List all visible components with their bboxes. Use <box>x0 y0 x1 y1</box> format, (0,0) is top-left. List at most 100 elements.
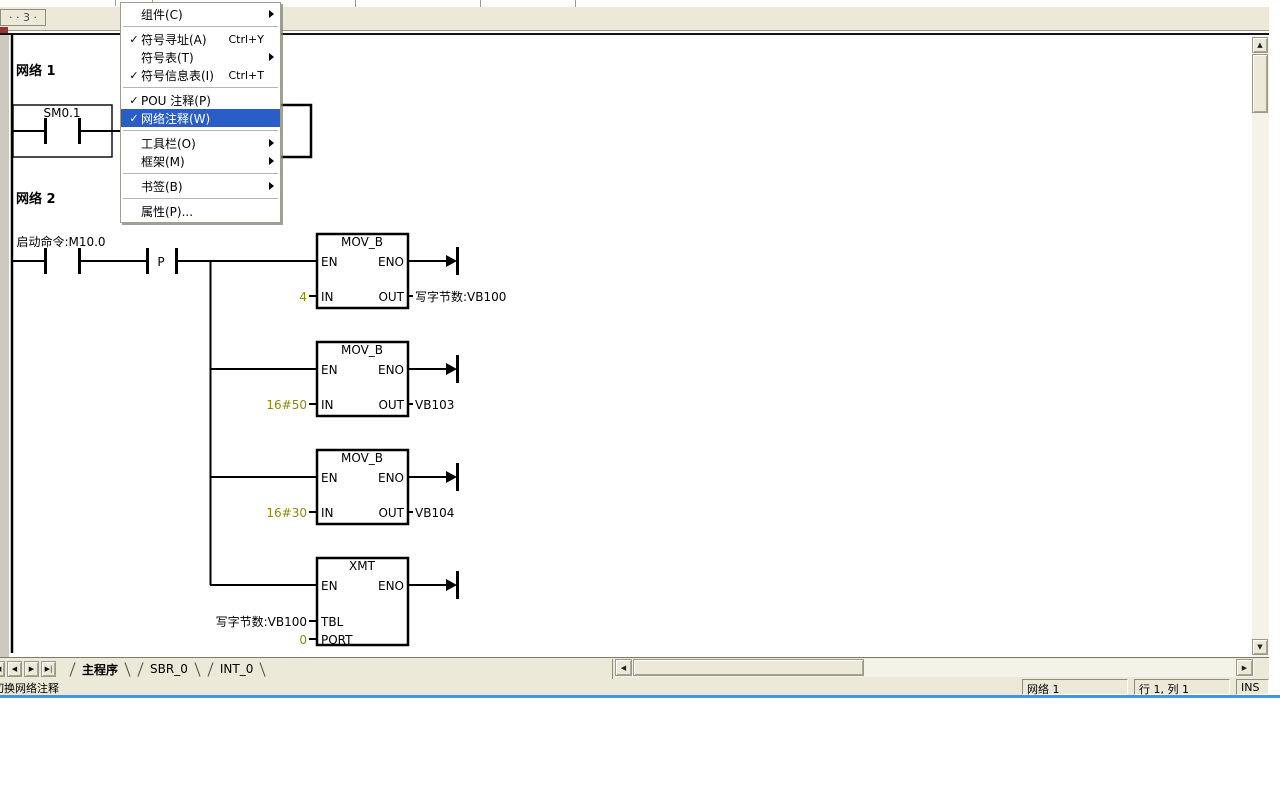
submenu-arrow-icon <box>269 139 274 147</box>
horizontal-scrollbar[interactable]: ◀ ▶ <box>615 659 1254 677</box>
menu-separator <box>123 130 278 131</box>
submenu-arrow-icon <box>269 53 274 61</box>
out-operand: VB104 <box>415 506 454 520</box>
check-icon: ✓ <box>127 69 141 82</box>
submenu-arrow-icon <box>269 10 274 18</box>
port-pin-label: PORT <box>321 633 353 647</box>
contact-operand: SM0.1 <box>43 106 80 120</box>
block-title: MOV_B <box>341 451 383 465</box>
toolbar-tick <box>480 0 481 7</box>
block-title: MOV_B <box>341 235 383 249</box>
scroll-right-button[interactable]: ▶ <box>1236 659 1253 676</box>
en-pin-label: EN <box>321 471 338 485</box>
menu-item-toolbars[interactable]: 工具栏(O) <box>121 134 280 152</box>
tab-slant <box>69 662 75 676</box>
port-value: 0 <box>299 633 307 647</box>
status-insert-mode-panel: INS <box>1236 679 1269 695</box>
tab-prev-button[interactable]: ◀ <box>7 661 22 677</box>
status-cursor-position-panel: 行 1, 列 1 <box>1134 679 1230 695</box>
in-value: 16#50 <box>266 398 307 412</box>
tbl-pin-label: TBL <box>320 615 344 629</box>
menu-item-symbol-table[interactable]: 符号表(T) <box>121 48 280 66</box>
contact-operand: 启动命令:M10.0 <box>16 234 105 249</box>
menu-item-components[interactable]: 组件(C) <box>121 5 280 23</box>
menu-item-pou-comment[interactable]: ✓ POU 注释(P) <box>121 91 280 109</box>
check-icon: ✓ <box>127 33 141 46</box>
tab-next-button[interactable]: ▶ <box>24 661 39 677</box>
menu-separator <box>123 198 278 199</box>
menu-item-network-comment[interactable]: ✓ 网络注释(W) <box>121 109 280 127</box>
menu-separator <box>123 173 278 174</box>
view-context-menu: 组件(C) ✓ 符号寻址(A) Ctrl+Y 符号表(T) ✓ 符号信息表(I)… <box>120 2 281 223</box>
status-message: 切换网络注释 <box>0 680 120 696</box>
eno-pin-label: ENO <box>378 255 404 269</box>
out-operand: VB103 <box>415 398 454 412</box>
check-icon: ✓ <box>127 94 141 107</box>
menu-item-symbolic-addressing[interactable]: ✓ 符号寻址(A) Ctrl+Y <box>121 30 280 48</box>
tbl-operand: 写字节数:VB100 <box>216 614 307 629</box>
in-pin-label: IN <box>321 506 334 520</box>
menu-separator <box>123 26 278 27</box>
horizontal-scroll-thumb[interactable] <box>633 659 864 676</box>
continuation-arrow-icon <box>446 579 457 591</box>
scroll-left-button[interactable]: ◀ <box>615 659 632 676</box>
in-value: 16#30 <box>266 506 307 520</box>
tabstrip-divider <box>612 659 613 679</box>
tab-slant <box>124 662 130 676</box>
submenu-arrow-icon <box>269 157 274 165</box>
status-bar: 切换网络注释 网络 1 行 1, 列 1 INS <box>0 679 1269 695</box>
in-pin-label: IN <box>321 290 334 304</box>
vertical-scrollbar[interactable]: ▲ ▼ <box>1252 36 1269 657</box>
mov-b-block-3[interactable]: MOV_B EN ENO 16#30 IN OUT VB104 <box>266 450 459 524</box>
page-indicator-box[interactable]: · · 3 · <box>0 9 46 26</box>
menu-item-frame[interactable]: 框架(M) <box>121 152 280 170</box>
scroll-down-button[interactable]: ▼ <box>1252 639 1268 655</box>
en-pin-label: EN <box>321 255 338 269</box>
status-network-panel: 网络 1 <box>1022 679 1128 695</box>
in-value: 4 <box>299 290 307 304</box>
tab-first-button[interactable]: |◀ <box>0 661 5 677</box>
in-pin-label: IN <box>321 398 334 412</box>
edge-contact-label: P <box>157 255 164 269</box>
eno-pin-label: ENO <box>378 363 404 377</box>
window-bottom-accent <box>0 695 1280 698</box>
toolbar-tick <box>115 0 116 6</box>
scroll-up-button[interactable]: ▲ <box>1252 37 1268 53</box>
menu-separator <box>123 87 278 88</box>
out-pin-label: OUT <box>378 506 404 520</box>
tab-sbr0[interactable]: SBR_0 <box>147 662 191 676</box>
tab-slant <box>194 662 200 676</box>
toolbar-tick <box>575 0 576 7</box>
submenu-arrow-icon <box>269 182 274 190</box>
check-icon: ✓ <box>127 112 141 125</box>
xmt-block[interactable]: XMT EN ENO 写字节数:VB100 TBL 0 PORT <box>216 558 459 647</box>
toolbar-tick <box>355 0 356 7</box>
tab-slant <box>137 662 143 676</box>
out-operand: 写字节数:VB100 <box>415 289 506 304</box>
eno-pin-label: ENO <box>378 579 404 593</box>
continuation-arrow-icon <box>446 255 457 267</box>
continuation-arrow-icon <box>446 471 457 483</box>
mov-b-block-2[interactable]: MOV_B EN ENO 16#50 IN OUT VB103 <box>266 342 459 416</box>
network2-label: 网络 2 <box>16 191 56 207</box>
mov-b-block-1[interactable]: MOV_B EN ENO 4 IN OUT 写字节数:VB100 <box>299 234 506 308</box>
menu-item-bookmarks[interactable]: 书签(B) <box>121 177 280 195</box>
editor-left-margin <box>0 35 9 657</box>
en-pin-label: EN <box>321 363 338 377</box>
en-pin-label: EN <box>321 579 338 593</box>
eno-pin-label: ENO <box>378 471 404 485</box>
tab-slant <box>207 662 213 676</box>
out-pin-label: OUT <box>378 398 404 412</box>
tab-main-program[interactable]: 主程序 <box>79 661 121 678</box>
menu-item-properties[interactable]: 属性(P)... <box>121 202 280 220</box>
tab-int0[interactable]: INT_0 <box>217 662 256 676</box>
tab-nav-buttons: |◀ ◀ ▶ ▶| <box>0 661 56 677</box>
vertical-scroll-thumb[interactable] <box>1252 54 1268 113</box>
network1-label: 网络 1 <box>16 63 56 79</box>
block-title: MOV_B <box>341 343 383 357</box>
menu-item-symbol-info-table[interactable]: ✓ 符号信息表(I) Ctrl+T <box>121 66 280 84</box>
app-window: · · 3 · 网络 1 SM0.1 网络 2 启动命令:M10.0 <box>0 0 1280 800</box>
out-pin-label: OUT <box>378 290 404 304</box>
tab-slant <box>260 662 266 676</box>
tab-last-button[interactable]: ▶| <box>41 661 56 677</box>
